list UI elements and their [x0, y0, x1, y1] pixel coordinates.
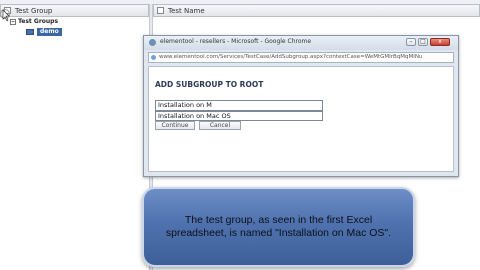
chrome-icon — [149, 39, 156, 46]
test-group-column-header[interactable]: Test Group — [0, 4, 149, 17]
close-button[interactable]: x — [430, 38, 450, 46]
cancel-button[interactable]: Cancel — [199, 121, 241, 130]
tree-node-label: demo — [37, 28, 62, 36]
collapse-toggle-icon[interactable]: − — [10, 18, 16, 25]
continue-button[interactable]: Continue — [155, 121, 195, 130]
address-bar[interactable]: www.elementool.com/Services/TestCase/Add… — [148, 52, 454, 63]
test-name-header-label: Test Name — [168, 7, 205, 15]
folder-icon — [26, 29, 34, 35]
tree-node-demo[interactable]: demo — [26, 28, 62, 36]
dialog-title: ADD SUBGROUP TO ROOT — [155, 80, 264, 89]
tutorial-caption-balloon: The test group, as seen in the first Exc… — [142, 187, 415, 267]
tree-root-test-groups[interactable]: − Test Groups — [10, 18, 58, 25]
tree-root-label: Test Groups — [18, 18, 59, 25]
test-group-header-label: Test Group — [15, 7, 53, 15]
address-url: www.elementool.com/Services/TestCase/Add… — [159, 54, 423, 60]
test-name-column-header[interactable]: Test Name — [153, 4, 480, 17]
minimize-button[interactable]: – — [406, 38, 416, 46]
globe-icon — [151, 55, 156, 60]
subgroup-name-input[interactable]: Installation on M — [155, 100, 323, 111]
window-titlebar[interactable]: elementool - resellers - Microsoft - Goo… — [144, 36, 458, 50]
window-title: elementool - resellers - Microsoft - Goo… — [160, 38, 312, 45]
browser-popup-window: elementool - resellers - Microsoft - Goo… — [143, 35, 459, 177]
panel-icon — [157, 7, 164, 14]
autocomplete-suggestion[interactable]: Installation on Mac OS — [155, 111, 323, 121]
maximize-button[interactable]: □ — [418, 38, 428, 46]
caption-text: The test group, as seen in the first Exc… — [165, 214, 392, 239]
dialog-content: ADD SUBGROUP TO ROOT Installation on M C… — [148, 66, 454, 172]
